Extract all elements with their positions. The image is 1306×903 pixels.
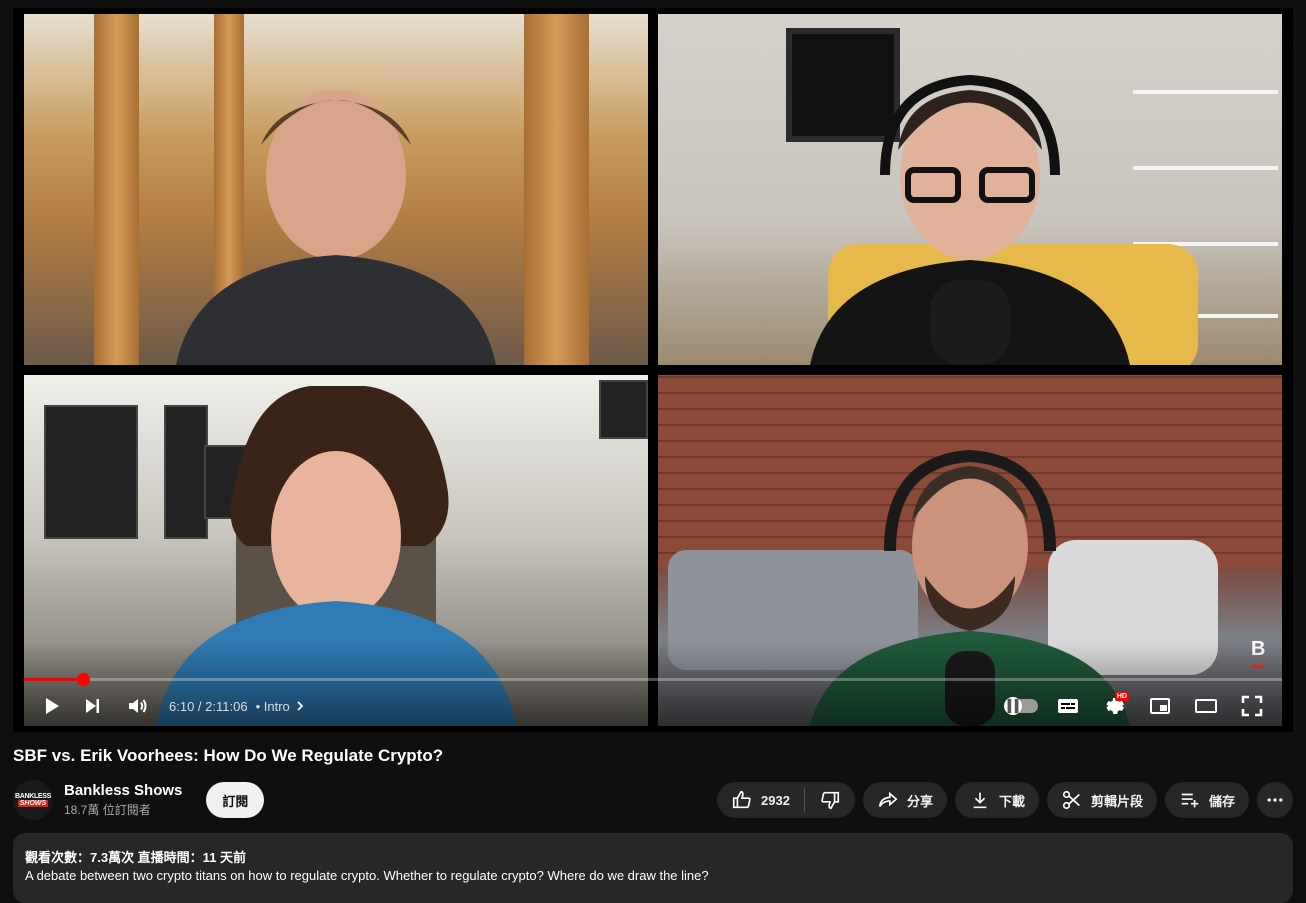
subscribe-button[interactable]: 訂閱 (206, 782, 265, 818)
volume-icon (129, 699, 147, 713)
skip-next-icon (86, 699, 99, 713)
playlist-add-icon (1181, 793, 1199, 808)
fullscreen-button[interactable] (1229, 688, 1275, 724)
thumbs-down-icon (821, 791, 840, 810)
hd-badge: HD (1114, 692, 1129, 701)
view-count-and-date: 觀看次數：7.3萬次 直播時間：11 天前 (25, 850, 247, 865)
clip-button[interactable]: 剪輯片段 (1046, 782, 1157, 818)
download-icon (973, 792, 987, 809)
theater-icon (1195, 699, 1217, 713)
subtitles-button[interactable] (1045, 688, 1091, 724)
channel-name-link[interactable]: Bankless Shows (64, 782, 182, 799)
like-dislike-group: 2932 (717, 782, 855, 818)
more-horizontal-icon (1267, 798, 1283, 802)
play-icon (46, 698, 59, 714)
miniplayer-button[interactable] (1137, 688, 1183, 724)
next-button[interactable] (69, 688, 115, 724)
participant-tile-top-left (24, 14, 648, 365)
pause-icon (1007, 698, 1019, 714)
progress-bar[interactable] (24, 673, 1282, 686)
video-player[interactable]: B 6:10 / 2:11:06 • Intro (13, 8, 1293, 732)
progress-played (24, 678, 84, 681)
time-display: 6:10 / 2:11:06 (169, 698, 248, 714)
mute-button[interactable] (115, 688, 161, 724)
video-title: SBF vs. Erik Voorhees: How Do We Regulat… (13, 746, 444, 765)
participant-tile-top-right (658, 14, 1282, 365)
subtitles-icon (1058, 699, 1078, 713)
theater-mode-button[interactable] (1183, 688, 1229, 724)
save-button[interactable]: 儲存 (1164, 782, 1249, 818)
avatar-logo-text: BANKLESS (14, 793, 52, 800)
dislike-button[interactable] (805, 782, 855, 818)
like-button[interactable]: 2932 (717, 782, 804, 818)
chevron-right-icon (297, 701, 304, 711)
avatar-logo-subtext: SHOWS (17, 800, 49, 807)
person-silhouette (810, 74, 1130, 365)
channel-avatar[interactable]: BANKLESS SHOWS (13, 780, 53, 820)
channel-row: BANKLESS SHOWS Bankless Shows 18.7萬 位訂閱者… (13, 778, 1293, 822)
play-button[interactable] (33, 688, 69, 724)
video-grid (24, 14, 1282, 726)
settings-button[interactable]: HD (1091, 688, 1137, 724)
share-button[interactable]: 分享 (862, 782, 947, 818)
more-actions-button[interactable] (1257, 782, 1293, 818)
chapter-button[interactable]: • Intro (256, 699, 306, 714)
subscriber-count: 18.7萬 位訂閱者 (64, 803, 151, 817)
autoplay-toggle[interactable] (999, 688, 1045, 724)
person-silhouette (176, 90, 496, 365)
scissors-icon (1062, 790, 1080, 810)
thumbs-up-icon (732, 790, 751, 809)
miniplayer-icon (1150, 698, 1170, 714)
like-count: 2932 (761, 792, 790, 808)
description-text: A debate between two crypto titans on ho… (25, 868, 709, 883)
description-box[interactable]: 觀看次數：7.3萬次 直播時間：11 天前 A debate between t… (13, 833, 1293, 903)
download-button[interactable]: 下載 (954, 782, 1039, 818)
share-icon (878, 791, 898, 807)
action-buttons: 2932 分享 下載 剪輯片段 儲存 (717, 782, 1293, 818)
player-controls: 6:10 / 2:11:06 • Intro HD (13, 688, 1293, 724)
fullscreen-icon (1241, 695, 1263, 717)
